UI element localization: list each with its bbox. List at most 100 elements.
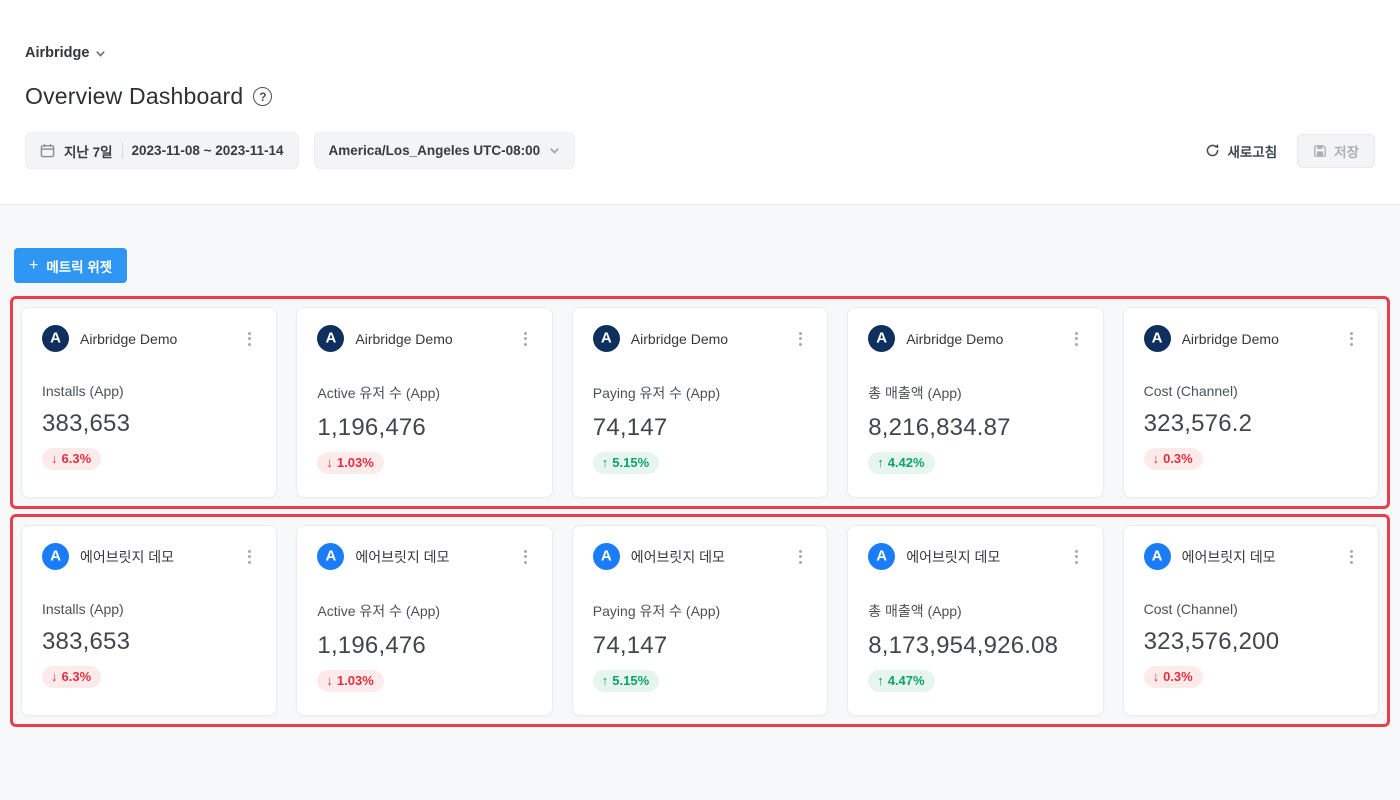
- save-icon: [1314, 144, 1327, 157]
- delta-arrow-icon: ↓: [1152, 451, 1160, 466]
- delta-text: 1.03%: [336, 673, 374, 688]
- delta-text: 1.03%: [336, 455, 374, 470]
- delta-text: 5.15%: [612, 673, 650, 688]
- delta-badge: ↓ 1.03%: [317, 670, 384, 692]
- workspace-selector[interactable]: Airbridge: [25, 0, 106, 61]
- app-logo-letter: A: [50, 329, 61, 347]
- app-name: 에어브릿지 데모: [906, 548, 1001, 565]
- delta-text: 4.42%: [887, 455, 925, 470]
- delta-text: 4.47%: [887, 673, 925, 688]
- metric-widget-card[interactable]: A Airbridge Demo 총 매출액 (App) 8,216,834.8…: [847, 307, 1104, 498]
- app-logo-letter: A: [1151, 329, 1163, 347]
- metric-value: 1,196,476: [317, 632, 426, 659]
- kebab-menu-icon[interactable]: [519, 328, 532, 350]
- save-button[interactable]: 저장: [1297, 133, 1375, 168]
- delta-badge: ↓ 6.3%: [42, 666, 102, 688]
- metric-label: Cost (Channel): [1143, 383, 1238, 399]
- date-range-picker[interactable]: 지난 7일 2023-11-08 ~ 2023-11-14: [25, 132, 299, 169]
- app-logo-icon: A: [317, 543, 345, 570]
- app-name: 에어브릿지 데모: [80, 548, 175, 565]
- metric-widget-card[interactable]: A Airbridge Demo Active 유저 수 (App) 1,196…: [296, 307, 553, 498]
- card-header: A Airbridge Demo: [317, 325, 531, 352]
- metric-widget-card[interactable]: A 에어브릿지 데모 Installs (App) 383,653 ↓ 6.3%: [21, 525, 278, 716]
- highlighted-row-1: A Airbridge Demo Installs (App) 383,653 …: [10, 296, 1390, 509]
- app-logo-letter: A: [325, 547, 337, 565]
- card-header: A 에어브릿지 데모: [1143, 543, 1358, 570]
- chevron-down-icon: [96, 50, 106, 57]
- refresh-button[interactable]: 새로고침: [1205, 141, 1277, 161]
- metric-value: 323,576,200: [1143, 628, 1280, 655]
- delta-badge: ↓ 1.03%: [317, 452, 384, 474]
- metric-value: 74,147: [592, 414, 668, 441]
- app-logo-letter: A: [876, 547, 888, 565]
- date-preset-label: 지난 7일: [64, 144, 113, 160]
- metric-widget-card[interactable]: A 에어브릿지 데모 총 매출액 (App) 8,173,954,926.08 …: [847, 525, 1104, 716]
- delta-badge: ↑ 4.42%: [868, 452, 935, 474]
- delta-arrow-icon: ↑: [601, 673, 609, 688]
- app-logo-icon: A: [1143, 325, 1171, 352]
- metric-value: 383,653: [42, 628, 131, 655]
- highlighted-row-2: A 에어브릿지 데모 Installs (App) 383,653 ↓ 6.3%…: [10, 514, 1390, 727]
- toolbar: 지난 7일 2023-11-08 ~ 2023-11-14 America/Lo…: [25, 132, 1375, 169]
- app-logo-letter: A: [1151, 547, 1163, 565]
- metric-cards-row-1: A Airbridge Demo Installs (App) 383,653 …: [21, 307, 1379, 498]
- refresh-icon: [1207, 144, 1219, 157]
- chevron-down-icon: [550, 148, 559, 154]
- plus-icon: +: [29, 256, 39, 274]
- delta-arrow-icon: ↓: [1152, 669, 1160, 684]
- app-name: Airbridge Demo: [355, 330, 453, 347]
- delta-text: 5.15%: [612, 455, 650, 470]
- card-header: A Airbridge Demo: [592, 325, 807, 352]
- kebab-menu-icon[interactable]: [1070, 328, 1083, 350]
- delta-arrow-icon: ↑: [877, 673, 884, 688]
- metric-label: Paying 유저 수 (App): [592, 385, 721, 401]
- add-metric-widget-label: 메트릭 위젯: [46, 259, 113, 275]
- add-metric-widget-button[interactable]: + 메트릭 위젯: [14, 248, 128, 283]
- kebab-menu-icon[interactable]: [794, 546, 807, 568]
- metric-widget-card[interactable]: A Airbridge Demo Paying 유저 수 (App) 74,14…: [571, 307, 829, 498]
- kebab-menu-icon[interactable]: [1070, 546, 1083, 568]
- delta-badge: ↓ 0.3%: [1143, 666, 1203, 688]
- metric-label: Paying 유저 수 (App): [592, 603, 721, 619]
- date-range-value: 2023-11-08 ~ 2023-11-14: [131, 143, 284, 158]
- delta-badge: ↑ 5.15%: [592, 670, 660, 692]
- metric-widget-card[interactable]: A 에어브릿지 데모 Paying 유저 수 (App) 74,147 ↑ 5.…: [571, 525, 829, 716]
- workspace-name: Airbridge: [25, 45, 90, 61]
- save-label: 저장: [1334, 144, 1359, 160]
- card-header: A Airbridge Demo: [868, 325, 1082, 352]
- delta-badge: ↓ 6.3%: [42, 448, 102, 470]
- timezone-select[interactable]: America/Los_Angeles UTC-08:00: [313, 132, 576, 169]
- metric-widget-card[interactable]: A 에어브릿지 데모 Active 유저 수 (App) 1,196,476 ↓…: [296, 525, 553, 716]
- app-logo-icon: A: [868, 543, 896, 570]
- delta-text: 6.3%: [61, 669, 92, 684]
- app-name: Airbridge Demo: [80, 330, 178, 347]
- metric-label: Active 유저 수 (App): [317, 385, 441, 401]
- app-logo-letter: A: [325, 329, 337, 347]
- metric-label: Active 유저 수 (App): [317, 603, 441, 619]
- page-title: Overview Dashboard: [25, 83, 244, 109]
- kebab-menu-icon[interactable]: [794, 328, 807, 350]
- kebab-menu-icon[interactable]: [243, 546, 256, 568]
- app-name: 에어브릿지 데모: [1181, 548, 1276, 565]
- metric-value: 74,147: [592, 632, 668, 659]
- delta-arrow-icon: ↓: [51, 669, 58, 684]
- metric-widget-card[interactable]: A Airbridge Demo Cost (Channel) 323,576.…: [1122, 307, 1379, 498]
- metric-widget-card[interactable]: A 에어브릿지 데모 Cost (Channel) 323,576,200 ↓ …: [1122, 525, 1379, 716]
- app-logo-icon: A: [42, 543, 69, 570]
- app-name: 에어브릿지 데모: [630, 548, 725, 565]
- kebab-menu-icon[interactable]: [243, 328, 256, 350]
- metric-widget-card[interactable]: A Airbridge Demo Installs (App) 383,653 …: [21, 307, 278, 498]
- timezone-value: America/Los_Angeles UTC-08:00: [328, 143, 541, 158]
- metric-value: 323,576.2: [1143, 410, 1253, 437]
- app-logo-icon: A: [592, 543, 620, 570]
- delta-arrow-icon: ↑: [877, 455, 884, 470]
- help-icon[interactable]: ?: [253, 87, 273, 106]
- kebab-menu-icon[interactable]: [1345, 546, 1358, 568]
- kebab-menu-icon[interactable]: [1345, 328, 1358, 350]
- refresh-label: 새로고침: [1227, 144, 1278, 160]
- metric-value: 1,196,476: [317, 414, 426, 441]
- app-logo-icon: A: [317, 325, 345, 352]
- divider: [121, 142, 123, 159]
- kebab-menu-icon[interactable]: [519, 546, 532, 568]
- delta-arrow-icon: ↑: [601, 455, 609, 470]
